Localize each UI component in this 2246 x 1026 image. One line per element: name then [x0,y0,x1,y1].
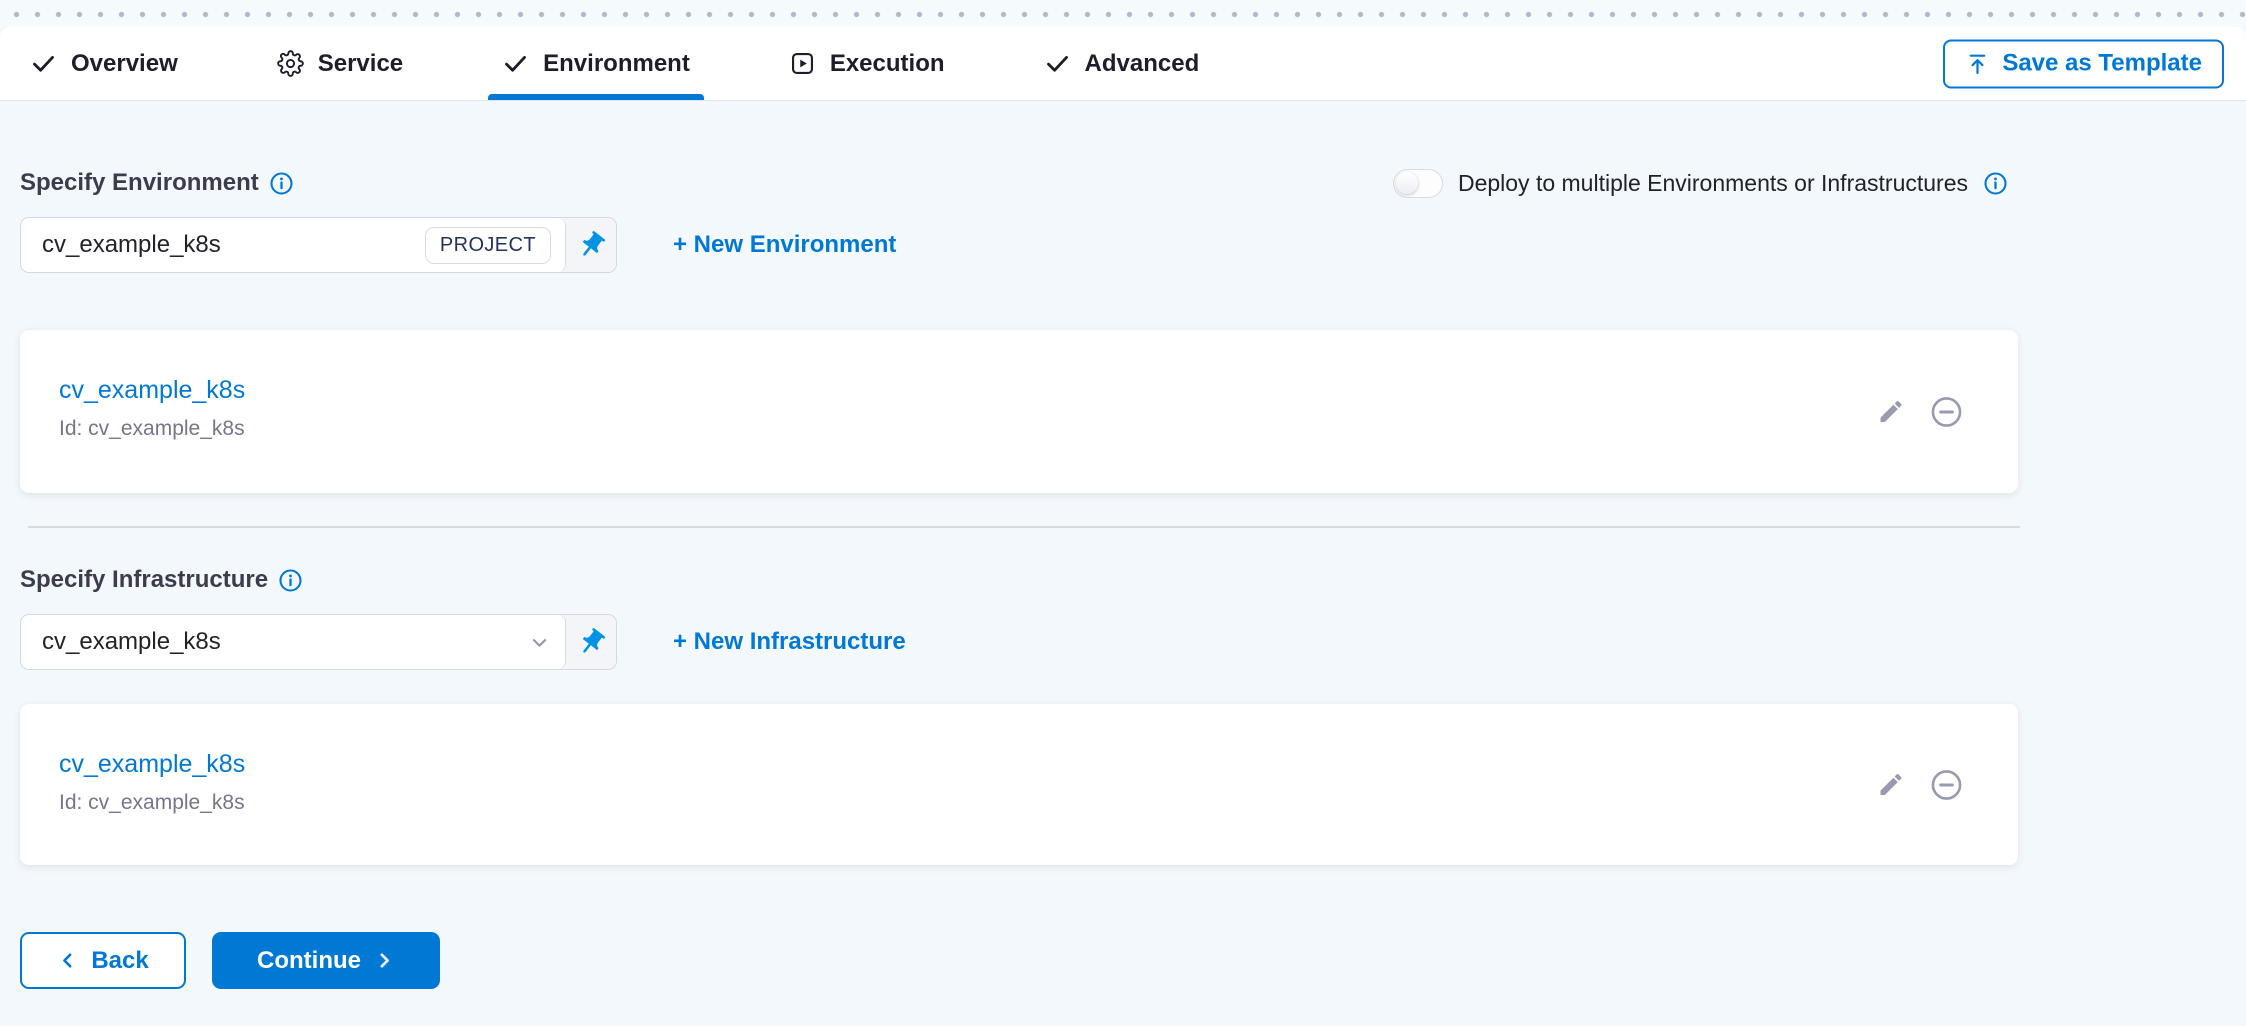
chevron-down-icon [528,631,551,654]
edit-environment-button[interactable] [1877,398,1905,426]
save-as-template-label: Save as Template [2002,50,2202,78]
new-environment-link[interactable]: + New Environment [673,231,896,259]
edit-pencil-icon [1877,398,1905,426]
toggle-knob [1396,172,1418,194]
environment-select-value: cv_example_k8s [42,231,221,259]
environment-select: cv_example_k8s PROJECT [20,217,617,273]
tab-label: Execution [830,50,945,78]
chevron-left-icon [57,950,78,971]
environment-card-actions [1877,394,1964,429]
remove-environment-button[interactable] [1929,394,1964,429]
infrastructure-select: cv_example_k8s [20,614,617,670]
check-icon [1044,50,1071,77]
multi-environment-toggle[interactable] [1393,169,1443,198]
tab-service[interactable]: Service [277,27,403,100]
scope-badge: PROJECT [425,227,551,264]
toggle-label: Deploy to multiple Environments or Infra… [1458,170,1968,197]
infrastructure-section-header: Specify Infrastructure [20,565,2226,595]
back-label: Back [91,947,148,975]
tab-label: Environment [543,50,690,78]
stage-tab-bar: Overview Service Environment Execution [0,27,2246,101]
edit-pencil-icon [1877,771,1905,799]
tab-label: Overview [71,50,178,78]
wizard-footer: Back Continue [20,932,2226,989]
info-circle-icon[interactable] [1983,171,2008,196]
infrastructure-select-input[interactable]: cv_example_k8s [21,615,566,669]
environment-tab-panel: Specify Environment Deploy to multiple E… [0,168,2246,989]
infrastructure-card-title-link[interactable]: cv_example_k8s [59,750,245,779]
edit-infrastructure-button[interactable] [1877,771,1905,799]
environment-input-row: cv_example_k8s PROJECT + New Environment [20,217,2226,273]
pushpin-icon [576,230,607,261]
environment-section-header: Specify Environment Deploy to multiple E… [20,168,2226,198]
check-icon [30,50,57,77]
section-divider [28,526,2020,528]
tab-label: Service [318,50,403,78]
continue-label: Continue [257,947,361,975]
chevron-right-icon [374,950,395,971]
environment-card-title-link[interactable]: cv_example_k8s [59,376,245,405]
environment-select-input[interactable]: cv_example_k8s PROJECT [21,218,566,272]
infrastructure-select-value: cv_example_k8s [42,628,221,656]
section-label: Specify Environment [20,169,259,197]
tab-overview[interactable]: Overview [30,27,178,100]
remove-infrastructure-button[interactable] [1929,767,1964,802]
new-infrastructure-link[interactable]: + New Infrastructure [673,628,906,656]
tab-execution[interactable]: Execution [789,27,945,100]
upload-icon [1965,51,1990,76]
back-button[interactable]: Back [20,932,186,989]
environment-card: cv_example_k8s Id: cv_example_k8s [20,330,2018,493]
tab-label: Advanced [1085,50,1200,78]
remove-minus-circle-icon [1929,767,1964,802]
save-as-template-button[interactable]: Save as Template [1943,39,2224,88]
input-type-pin-button[interactable] [566,218,616,272]
info-circle-icon[interactable] [269,171,294,196]
infrastructure-card-id: Id: cv_example_k8s [59,791,2018,815]
remove-minus-circle-icon [1929,394,1964,429]
section-label: Specify Infrastructure [20,566,268,594]
info-circle-icon[interactable] [278,568,303,593]
gear-icon [277,50,304,77]
dotted-separator [0,0,2246,27]
infrastructure-card-actions [1877,767,1964,802]
continue-button[interactable]: Continue [212,932,440,989]
play-square-icon [789,50,816,77]
input-type-pin-button[interactable] [566,615,616,669]
check-icon [502,50,529,77]
tab-advanced[interactable]: Advanced [1044,27,1200,100]
pushpin-icon [576,627,607,658]
tab-environment[interactable]: Environment [502,27,690,100]
infrastructure-card: cv_example_k8s Id: cv_example_k8s [20,704,2018,865]
environment-card-id: Id: cv_example_k8s [59,417,2018,441]
multi-environment-toggle-group: Deploy to multiple Environments or Infra… [1393,169,2008,198]
infrastructure-input-row: cv_example_k8s + New Infrastructure [20,614,2226,670]
